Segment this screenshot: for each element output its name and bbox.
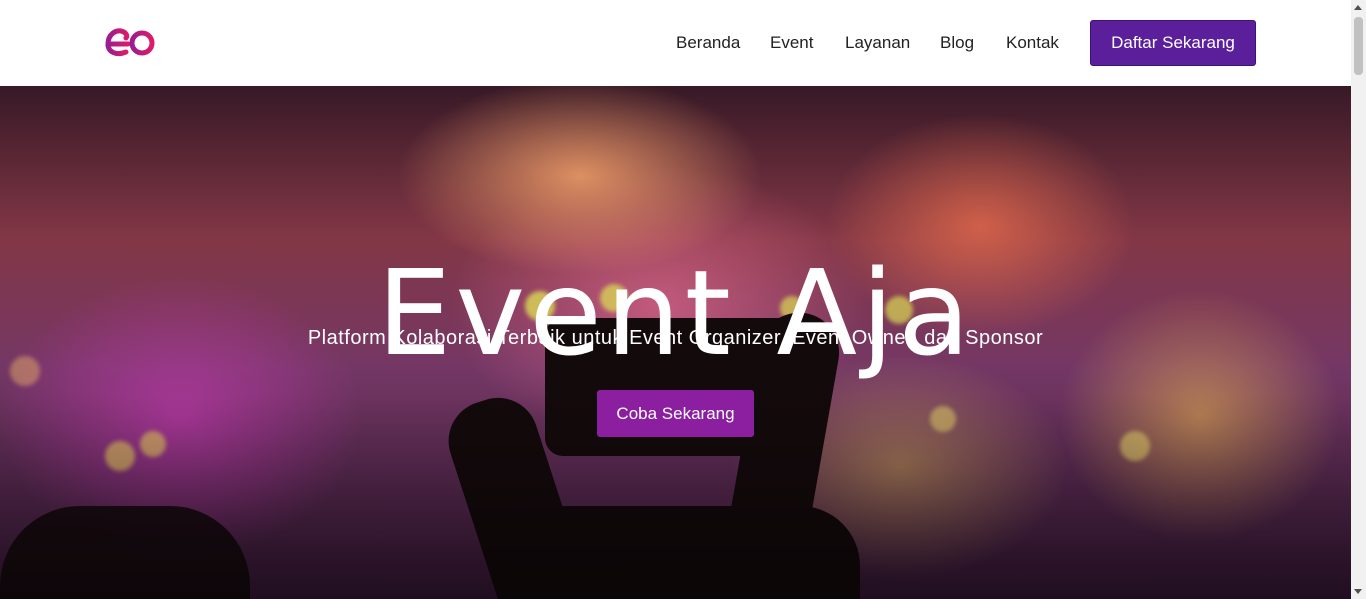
nav-item-layanan[interactable]: Layanan — [845, 33, 910, 53]
nav-item-kontak[interactable]: Kontak — [1006, 33, 1059, 53]
nav-item-event[interactable]: Event — [770, 33, 813, 53]
site-header: Beranda Event Layanan Blog Kontak Daftar… — [0, 0, 1351, 86]
brand-logo[interactable] — [104, 26, 156, 58]
register-button[interactable]: Daftar Sekarang — [1090, 20, 1256, 66]
scrollbar-thumb[interactable] — [1354, 17, 1363, 75]
scroll-down-arrow-icon[interactable] — [1354, 589, 1362, 594]
page: Beranda Event Layanan Blog Kontak Daftar… — [0, 0, 1366, 599]
hero-title: Event Aja — [376, 244, 975, 383]
hero-subtitle: Platform Kolaborasi Terbaik untuk Event … — [307, 327, 1044, 349]
logo-icon — [105, 28, 155, 57]
nav-item-blog[interactable]: Blog — [940, 33, 974, 53]
nav-item-beranda[interactable]: Beranda — [676, 33, 740, 53]
scroll-up-arrow-icon[interactable] — [1354, 5, 1362, 10]
try-now-button[interactable]: Coba Sekarang — [597, 390, 754, 437]
page-scrollbar[interactable] — [1351, 0, 1366, 599]
hero-section: Event Aja Platform Kolaborasi Terbaik un… — [0, 86, 1351, 599]
